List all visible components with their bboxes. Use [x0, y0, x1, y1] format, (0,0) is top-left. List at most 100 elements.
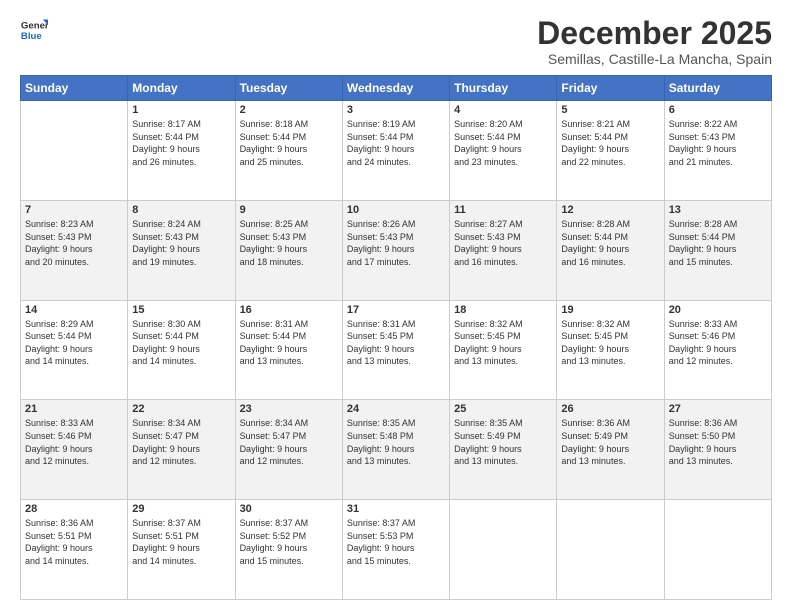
day-info: Sunrise: 8:31 AM Sunset: 5:45 PM Dayligh…: [347, 318, 445, 368]
title-area: December 2025 Semillas, Castille-La Manc…: [537, 16, 772, 67]
table-row: 13Sunrise: 8:28 AM Sunset: 5:44 PM Dayli…: [664, 200, 771, 300]
table-row: [664, 500, 771, 600]
day-info: Sunrise: 8:18 AM Sunset: 5:44 PM Dayligh…: [240, 118, 338, 168]
day-number: 11: [454, 204, 552, 216]
col-sunday: Sunday: [21, 76, 128, 101]
table-row: 9Sunrise: 8:25 AM Sunset: 5:43 PM Daylig…: [235, 200, 342, 300]
day-info: Sunrise: 8:33 AM Sunset: 5:46 PM Dayligh…: [669, 318, 767, 368]
day-number: 13: [669, 204, 767, 216]
day-info: Sunrise: 8:20 AM Sunset: 5:44 PM Dayligh…: [454, 118, 552, 168]
day-info: Sunrise: 8:37 AM Sunset: 5:51 PM Dayligh…: [132, 517, 230, 567]
day-number: 23: [240, 403, 338, 415]
logo: General Blue: [20, 16, 52, 44]
table-row: 22 Sunrise: 8:34 AM Sunset: 5:47 PM Dayli…: [128, 400, 235, 500]
col-saturday: Saturday: [664, 76, 771, 101]
table-row: 23 Sunrise: 8:34 AM Sunset: 5:47 PM Dayli…: [235, 400, 342, 500]
day-number: 4: [454, 104, 552, 116]
day-number: 7: [25, 204, 123, 216]
day-info: Sunrise: 8:28 AM Sunset: 5:44 PM Dayligh…: [561, 218, 659, 268]
logo-icon: General Blue: [20, 16, 48, 44]
day-info: Sunrise: 8:32 AM Sunset: 5:45 PM Dayligh…: [454, 318, 552, 368]
table-row: 4 Sunrise: 8:20 AM Sunset: 5:44 PM Daylig…: [450, 101, 557, 201]
day-info: Sunrise: 8:32 AM Sunset: 5:45 PM Dayligh…: [561, 318, 659, 368]
col-monday: Monday: [128, 76, 235, 101]
table-row: [450, 500, 557, 600]
day-number: 6: [669, 104, 767, 116]
day-number: 19: [561, 304, 659, 316]
table-row: 15Sunrise: 8:30 AM Sunset: 5:44 PM Dayli…: [128, 300, 235, 400]
table-row: 21 Sunrise: 8:33 AM Sunset: 5:46 PM Dayli…: [21, 400, 128, 500]
table-row: 30Sunrise: 8:37 AM Sunset: 5:52 PM Dayli…: [235, 500, 342, 600]
day-info: Sunrise: 8:25 AM Sunset: 5:43 PM Dayligh…: [240, 218, 338, 268]
table-row: 24 Sunrise: 8:35 AM Sunset: 5:48 PM Dayli…: [342, 400, 449, 500]
day-info: Sunrise: 8:37 AM Sunset: 5:53 PM Dayligh…: [347, 517, 445, 567]
day-info: Sunrise: 8:36 AM Sunset: 5:50 PM Dayligh…: [669, 417, 767, 467]
day-info: Sunrise: 8:22 AM Sunset: 5:43 PM Dayligh…: [669, 118, 767, 168]
day-info: Sunrise: 8:24 AM Sunset: 5:43 PM Dayligh…: [132, 218, 230, 268]
table-row: 3 Sunrise: 8:19 AM Sunset: 5:44 PM Daylig…: [342, 101, 449, 201]
col-thursday: Thursday: [450, 76, 557, 101]
month-title: December 2025: [537, 16, 772, 51]
table-row: 11 Sunrise: 8:27 AM Sunset: 5:43 PM Dayli…: [450, 200, 557, 300]
table-row: 27 Sunrise: 8:36 AM Sunset: 5:50 PM Dayli…: [664, 400, 771, 500]
calendar-table: Sunday Monday Tuesday Wednesday Thursday…: [20, 75, 772, 600]
table-row: 26 Sunrise: 8:36 AM Sunset: 5:49 PM Dayli…: [557, 400, 664, 500]
day-number: 3: [347, 104, 445, 116]
col-friday: Friday: [557, 76, 664, 101]
svg-text:Blue: Blue: [21, 31, 42, 42]
table-row: 1Sunrise: 8:17 AM Sunset: 5:44 PM Daylig…: [128, 101, 235, 201]
day-info: Sunrise: 8:35 AM Sunset: 5:48 PM Dayligh…: [347, 417, 445, 467]
table-row: 29 Sunrise: 8:37 AM Sunset: 5:51 PM Dayli…: [128, 500, 235, 600]
table-row: [21, 101, 128, 201]
table-row: 2 Sunrise: 8:18 AM Sunset: 5:44 PM Daylig…: [235, 101, 342, 201]
table-row: 8 Sunrise: 8:24 AM Sunset: 5:43 PM Daylig…: [128, 200, 235, 300]
table-row: 10 Sunrise: 8:26 AM Sunset: 5:43 PM Dayli…: [342, 200, 449, 300]
day-info: Sunrise: 8:33 AM Sunset: 5:46 PM Dayligh…: [25, 417, 123, 467]
table-row: 12 Sunrise: 8:28 AM Sunset: 5:44 PM Dayli…: [557, 200, 664, 300]
day-number: 30: [240, 503, 338, 515]
day-info: Sunrise: 8:30 AM Sunset: 5:44 PM Dayligh…: [132, 318, 230, 368]
day-number: 24: [347, 403, 445, 415]
day-info: Sunrise: 8:19 AM Sunset: 5:44 PM Dayligh…: [347, 118, 445, 168]
table-row: 16Sunrise: 8:31 AM Sunset: 5:44 PM Dayli…: [235, 300, 342, 400]
table-row: 5 Sunrise: 8:21 AM Sunset: 5:44 PM Daylig…: [557, 101, 664, 201]
table-row: 6 Sunrise: 8:22 AM Sunset: 5:43 PM Daylig…: [664, 101, 771, 201]
day-number: 18: [454, 304, 552, 316]
day-info: Sunrise: 8:36 AM Sunset: 5:49 PM Dayligh…: [561, 417, 659, 467]
table-row: 28Sunrise: 8:36 AM Sunset: 5:51 PM Dayli…: [21, 500, 128, 600]
day-info: Sunrise: 8:21 AM Sunset: 5:44 PM Dayligh…: [561, 118, 659, 168]
day-number: 14: [25, 304, 123, 316]
day-number: 29: [132, 503, 230, 515]
table-row: 14Sunrise: 8:29 AM Sunset: 5:44 PM Dayli…: [21, 300, 128, 400]
day-info: Sunrise: 8:34 AM Sunset: 5:47 PM Dayligh…: [132, 417, 230, 467]
table-row: 19 Sunrise: 8:32 AM Sunset: 5:45 PM Dayli…: [557, 300, 664, 400]
col-tuesday: Tuesday: [235, 76, 342, 101]
day-number: 27: [669, 403, 767, 415]
day-number: 5: [561, 104, 659, 116]
day-info: Sunrise: 8:27 AM Sunset: 5:43 PM Dayligh…: [454, 218, 552, 268]
table-row: [557, 500, 664, 600]
day-number: 8: [132, 204, 230, 216]
table-row: 20 Sunrise: 8:33 AM Sunset: 5:46 PM Dayli…: [664, 300, 771, 400]
day-number: 17: [347, 304, 445, 316]
day-number: 26: [561, 403, 659, 415]
day-number: 12: [561, 204, 659, 216]
day-number: 2: [240, 104, 338, 116]
table-row: 17 Sunrise: 8:31 AM Sunset: 5:45 PM Dayli…: [342, 300, 449, 400]
header: General Blue December 2025 Semillas, Cas…: [20, 16, 772, 67]
table-row: 25Sunrise: 8:35 AM Sunset: 5:49 PM Dayli…: [450, 400, 557, 500]
page: General Blue December 2025 Semillas, Cas…: [0, 0, 792, 612]
day-number: 21: [25, 403, 123, 415]
day-number: 20: [669, 304, 767, 316]
day-number: 10: [347, 204, 445, 216]
day-number: 31: [347, 503, 445, 515]
table-row: 31 Sunrise: 8:37 AM Sunset: 5:53 PM Dayli…: [342, 500, 449, 600]
day-info: Sunrise: 8:26 AM Sunset: 5:43 PM Dayligh…: [347, 218, 445, 268]
day-info: Sunrise: 8:36 AM Sunset: 5:51 PM Dayligh…: [25, 517, 123, 567]
day-info: Sunrise: 8:31 AM Sunset: 5:44 PM Dayligh…: [240, 318, 338, 368]
day-number: 22: [132, 403, 230, 415]
day-info: Sunrise: 8:35 AM Sunset: 5:49 PM Dayligh…: [454, 417, 552, 467]
day-info: Sunrise: 8:34 AM Sunset: 5:47 PM Dayligh…: [240, 417, 338, 467]
header-row: Sunday Monday Tuesday Wednesday Thursday…: [21, 76, 772, 101]
table-row: 7Sunrise: 8:23 AM Sunset: 5:43 PM Daylig…: [21, 200, 128, 300]
